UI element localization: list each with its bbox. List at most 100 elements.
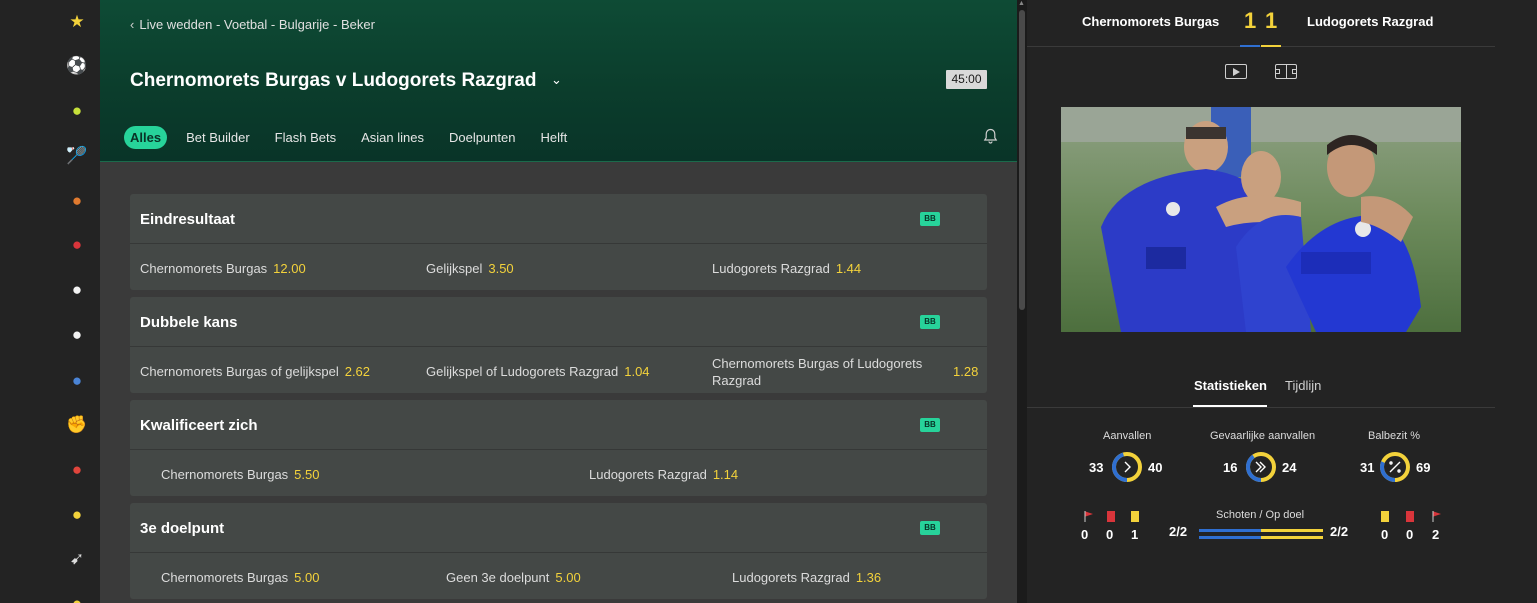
boxing-icon[interactable]: ✊	[66, 413, 88, 435]
market-selections: Chernomorets Burgas 5.50 Ludogorets Razgr…	[130, 450, 987, 495]
selection-odd: 1.44	[835, 261, 862, 276]
away-color-bar	[1261, 45, 1281, 47]
selection-odd: 5.00	[294, 570, 320, 585]
selection-home[interactable]: Chernomorets Burgas 12.00	[140, 261, 306, 276]
baseball-icon[interactable]: ●	[66, 323, 88, 345]
home-red-cards: 0	[1106, 527, 1114, 542]
away-team-name: Ludogorets Razgrad	[1307, 14, 1434, 29]
scroll-up-icon[interactable]: ▲	[1018, 0, 1025, 7]
market-selections: Chernomorets Burgas 5.00 Geen 3e doelpunt…	[130, 553, 987, 598]
market-selections: Chernomorets Burgas 12.00 Gelijkspel 3.50 …	[130, 244, 987, 289]
sport-nav-rail: ★ ⚽ ● 🏸 ● ● ● ● ● ✊ ● ● ➹ ●	[0, 0, 100, 603]
attacks-donut	[1112, 452, 1142, 482]
breadcrumb-text: Live wedden - Voetbal - Bulgarije - Beke…	[139, 17, 375, 32]
selection-no-goal[interactable]: Geen 3e doelpunt 5.00	[446, 570, 581, 585]
tennis-icon[interactable]: ●	[66, 99, 88, 121]
tab-helft[interactable]: Helft	[540, 130, 567, 145]
stats-tabs: Statistieken Tijdlijn	[1027, 378, 1495, 408]
bet-builder-badge: BB	[920, 212, 940, 226]
live-video[interactable]	[1061, 107, 1461, 332]
selection-label: Chernomorets Burgas	[140, 261, 268, 276]
bowls-icon[interactable]: ●	[66, 369, 88, 391]
bet-builder-badge: BB	[920, 418, 940, 432]
selection-odd: 1.14	[712, 467, 739, 482]
market-header[interactable]: Kwalificeert zich BB	[130, 400, 987, 450]
center-scrollbar[interactable]: ▲	[1017, 0, 1027, 603]
market-header[interactable]: Eindresultaat BB	[130, 194, 987, 244]
selection-label: Chernomorets Burgas	[161, 467, 289, 482]
selection-home-or-away[interactable]: Chernomorets Burgas of Ludogorets Razgra…	[712, 355, 927, 389]
basketball-icon[interactable]: ●	[66, 189, 88, 211]
selection-odd: 5.50	[294, 467, 320, 482]
cricket-icon[interactable]: ●	[66, 233, 88, 255]
away-on-target-bar	[1261, 536, 1323, 539]
tab-tijdlijn[interactable]: Tijdlijn	[1285, 378, 1321, 393]
home-score: 1	[1244, 8, 1257, 33]
dangerous-attacks-donut	[1246, 452, 1276, 482]
volleyball-icon[interactable]: ●	[66, 503, 88, 525]
selection-label: Chernomorets Burgas of gelijkspel	[140, 364, 339, 379]
bet-builder-badge: BB	[920, 315, 940, 329]
selection-away[interactable]: Ludogorets Razgrad 1.14	[589, 467, 738, 482]
golf-icon[interactable]: ●	[66, 278, 88, 300]
tab-doelpunten[interactable]: Doelpunten	[449, 130, 516, 145]
selection-draw[interactable]: Gelijkspel 3.50	[426, 261, 514, 276]
selection-away[interactable]: Ludogorets Razgrad 1.44	[712, 261, 861, 276]
selection-draw-or-away[interactable]: Gelijkspel of Ludogorets Razgrad 1.04	[426, 364, 650, 379]
selection-label: Geen 3e doelpunt	[446, 570, 550, 585]
selection-odd[interactable]: 1.28	[953, 364, 978, 379]
away-red-cards: 0	[1406, 527, 1414, 542]
tab-statistieken[interactable]: Statistieken	[1194, 378, 1267, 393]
more-sports-icon[interactable]: ●	[66, 592, 88, 603]
selection-away[interactable]: Ludogorets Razgrad 1.36	[732, 570, 881, 585]
selection-label: Gelijkspel of Ludogorets Razgrad	[426, 364, 619, 379]
selection-home[interactable]: Chernomorets Burgas 5.50	[161, 467, 319, 482]
home-red-card-icon	[1107, 511, 1115, 522]
home-on-target-bar	[1199, 536, 1261, 539]
tab-flash-bets[interactable]: Flash Bets	[275, 130, 336, 145]
selection-label: Chernomorets Burgas of Ludogorets Razgra…	[712, 356, 923, 388]
away-yellow-card-icon	[1381, 511, 1389, 522]
favorites-star-icon[interactable]: ★	[66, 10, 88, 32]
tab-bet-builder[interactable]: Bet Builder	[186, 130, 250, 145]
match-title[interactable]: Chernomorets Burgas v Ludogorets Razgrad	[130, 70, 536, 92]
football-icon[interactable]: ⚽	[66, 54, 88, 76]
selection-home[interactable]: Chernomorets Burgas 5.00	[161, 570, 319, 585]
donut-glyph	[1389, 461, 1401, 473]
bet-builder-badge: BB	[920, 521, 940, 535]
pitch-view-icon[interactable]	[1275, 64, 1297, 79]
selection-home-or-draw[interactable]: Chernomorets Burgas of gelijkspel 2.62	[140, 364, 370, 379]
active-tab-underline	[1193, 405, 1267, 407]
home-shots-bar	[1199, 529, 1261, 532]
live-panel: Chernomorets Burgas 1 1 Ludogorets Razgr…	[1027, 0, 1537, 603]
breadcrumb[interactable]: ‹ Live wedden - Voetbal - Bulgarije - Bek…	[130, 17, 375, 32]
tab-asian-lines[interactable]: Asian lines	[361, 130, 424, 145]
possession-home: 31	[1360, 460, 1375, 475]
scrollbar-thumb[interactable]	[1019, 10, 1025, 310]
play-video-icon[interactable]	[1225, 64, 1247, 79]
dangerous-attacks-away: 24	[1282, 460, 1297, 475]
tab-alles[interactable]: Alles	[124, 125, 168, 149]
home-color-bar	[1240, 45, 1260, 47]
market-title: Eindresultaat	[140, 211, 236, 228]
market-title: 3e doelpunt	[140, 520, 225, 537]
attacks-away: 40	[1148, 460, 1163, 475]
market-dubbele-kans: Dubbele kans BB Chernomorets Burgas of g…	[130, 297, 987, 393]
market-title: Dubbele kans	[140, 314, 238, 331]
selection-odd: 1.36	[855, 570, 882, 585]
possession-label: Balbezit %	[1368, 430, 1420, 442]
possession-donut	[1380, 452, 1410, 482]
away-corner-flag-icon	[1432, 511, 1441, 522]
table-tennis-icon[interactable]: ●	[66, 458, 88, 480]
market-header[interactable]: Dubbele kans BB	[130, 297, 987, 347]
shots-label: Schoten / Op doel	[1216, 509, 1305, 521]
badminton-icon[interactable]: 🏸	[66, 144, 88, 166]
dangerous-attacks-home: 16	[1223, 460, 1238, 475]
donut-glyph	[1255, 461, 1266, 473]
darts-icon[interactable]: ➹	[66, 547, 88, 569]
away-red-card-icon	[1406, 511, 1414, 522]
chevron-down-icon[interactable]: ⌄	[551, 72, 562, 88]
market-header[interactable]: 3e doelpunt BB	[130, 503, 987, 553]
away-score: 1	[1265, 8, 1278, 33]
bell-icon[interactable]	[983, 128, 998, 148]
